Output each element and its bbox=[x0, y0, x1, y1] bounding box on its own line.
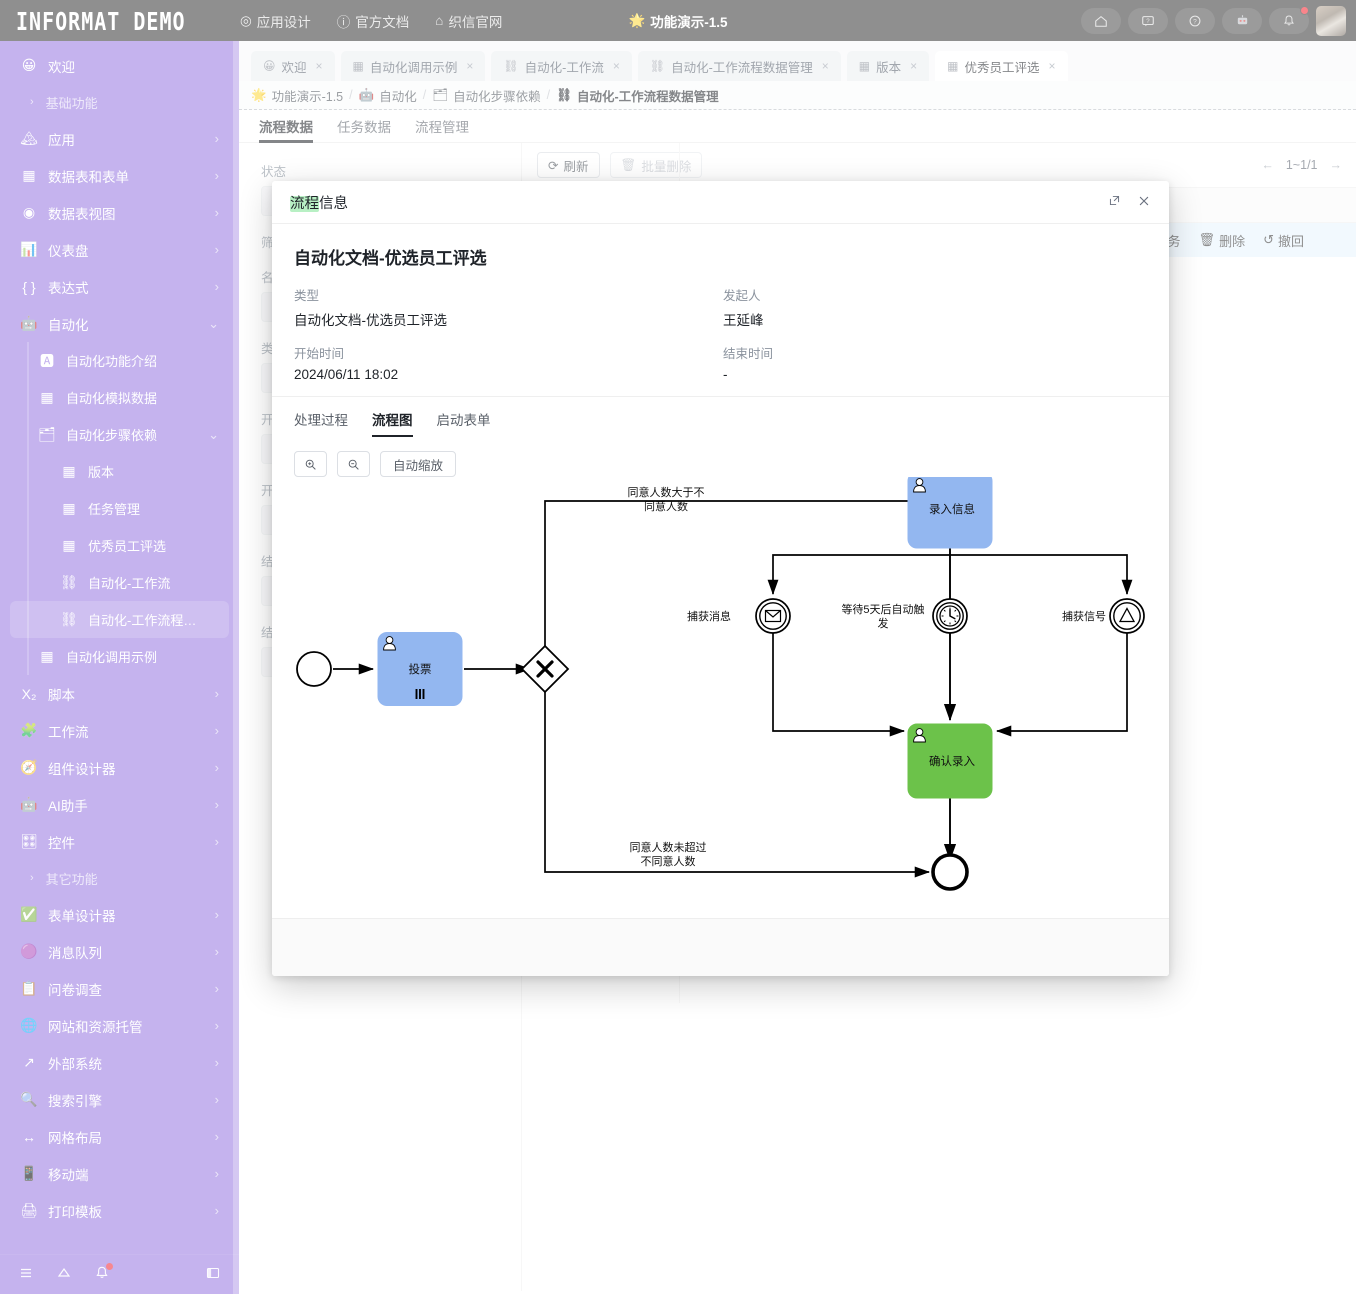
bpmn-task-label-confirm: 确认录入 bbox=[929, 755, 975, 768]
zoom-in-button[interactable] bbox=[294, 451, 327, 477]
close-icon[interactable] bbox=[1137, 194, 1151, 211]
field-value-start-time: 2024/06/11 18:02 bbox=[294, 367, 723, 382]
dialog-body: 自动化文档-优选员工评选 类型 发起人 自动化文档-优选员工评选 王延峰 开始时… bbox=[272, 224, 1169, 918]
bpmn-edge-label-disagree-line2: 不同意人数 bbox=[641, 854, 696, 868]
process-name: 自动化文档-优选员工评选 bbox=[294, 244, 1147, 269]
dialog-tab-flow-chart[interactable]: 流程图 bbox=[372, 409, 413, 437]
dialog-title: 流程信息 bbox=[290, 192, 348, 213]
bpmn-event-label-catch-signal: 捕获信号 bbox=[1062, 609, 1106, 623]
field-value-initiator: 王延峰 bbox=[723, 309, 1147, 343]
dialog-title-rest: 信息 bbox=[319, 196, 348, 212]
dialog-tab-start-form[interactable]: 启动表单 bbox=[437, 409, 491, 437]
bpmn-exclusive-gateway bbox=[522, 646, 568, 692]
bpmn-task-vote: 投票 bbox=[378, 633, 462, 706]
bpmn-canvas[interactable]: 投票 同意人数大于不 同意人数 同意人数未超过 不同意人数 bbox=[272, 477, 1169, 918]
field-label-type: 类型 bbox=[294, 285, 723, 309]
bpmn-signal-event bbox=[1110, 599, 1144, 633]
field-label-end-time: 结束时间 bbox=[723, 343, 1147, 367]
dialog-tab-process-history[interactable]: 处理过程 bbox=[294, 409, 348, 437]
bpmn-timer-event bbox=[933, 599, 967, 633]
field-value-end-time: - bbox=[723, 367, 1147, 382]
bpmn-end-event bbox=[933, 855, 967, 889]
process-summary: 自动化文档-优选员工评选 类型 发起人 自动化文档-优选员工评选 王延峰 开始时… bbox=[272, 224, 1169, 397]
field-value-type: 自动化文档-优选员工评选 bbox=[294, 309, 723, 343]
field-label-initiator: 发起人 bbox=[723, 285, 1147, 309]
bpmn-message-event bbox=[756, 599, 790, 633]
bpmn-edge-label-agree-line1: 同意人数大于不 bbox=[628, 485, 705, 499]
bpmn-task-label-entry: 录入信息 bbox=[929, 502, 975, 516]
process-fields: 类型 发起人 自动化文档-优选员工评选 王延峰 开始时间 结束时间 2024/0… bbox=[294, 285, 1147, 382]
bpmn-task-label-vote: 投票 bbox=[409, 662, 432, 676]
field-label-start-time: 开始时间 bbox=[294, 343, 723, 367]
bpmn-event-label-catch-message: 捕获消息 bbox=[687, 609, 731, 623]
bpmn-event-label-timer-line1: 等待5天后自动触 bbox=[841, 602, 924, 616]
bpmn-task-confirm: 确认录入 bbox=[908, 724, 992, 798]
expand-icon[interactable] bbox=[1108, 194, 1121, 210]
dialog-title-highlight: 流程 bbox=[290, 196, 319, 212]
bpmn-edge-label-agree-line2: 同意人数 bbox=[644, 499, 688, 513]
bpmn-task-entry: 录入信息 bbox=[908, 477, 992, 548]
diagram-toolbar: 自动缩放 bbox=[272, 437, 1169, 477]
dialog-footer bbox=[272, 918, 1169, 976]
bpmn-event-label-timer-line2: 发 bbox=[878, 616, 889, 630]
dialog-header: 流程信息 bbox=[272, 181, 1169, 224]
bpmn-edge-label-disagree-line1: 同意人数未超过 bbox=[630, 840, 707, 854]
bpmn-start-event bbox=[297, 652, 331, 686]
auto-zoom-button[interactable]: 自动缩放 bbox=[380, 451, 456, 477]
process-info-dialog: 流程信息 自动化文档-优选员工评选 类型 发起人 自动化文档-优选员工评选 王延… bbox=[272, 181, 1169, 976]
zoom-out-button[interactable] bbox=[337, 451, 370, 477]
dialog-tabs: 处理过程 流程图 启动表单 bbox=[272, 397, 1169, 437]
